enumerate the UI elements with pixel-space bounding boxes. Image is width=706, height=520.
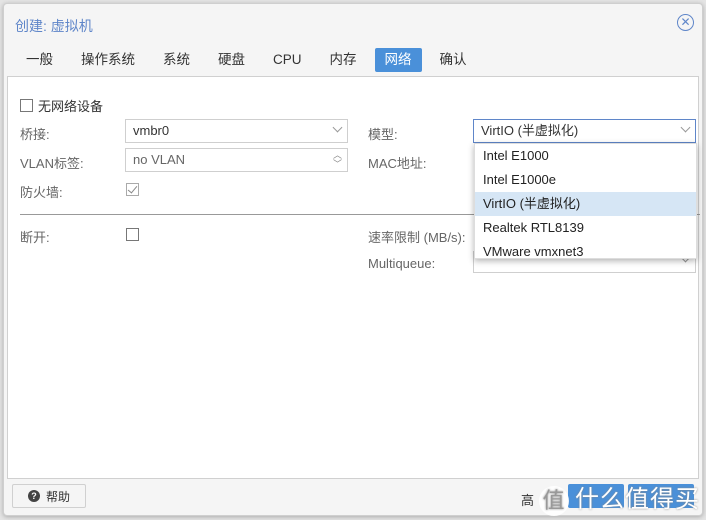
- tab-os[interactable]: 操作系统: [71, 48, 145, 72]
- bridge-label: 桥接:: [20, 127, 50, 142]
- model-select[interactable]: VirtIO (半虚拟化): [473, 119, 696, 143]
- dialog-title: 创建: 虚拟机: [15, 18, 93, 34]
- firewall-label: 防火墙:: [20, 185, 63, 200]
- firewall-checkbox[interactable]: [126, 183, 139, 196]
- disconnect-checkbox[interactable]: [126, 228, 139, 241]
- multiqueue-label: Multiqueue:: [368, 256, 436, 271]
- help-icon: ?: [27, 490, 40, 502]
- tab-confirm[interactable]: 确认: [430, 48, 477, 72]
- tab-cpu[interactable]: CPU: [263, 48, 312, 72]
- network-panel: 无网络设备 桥接: vmbr0 VLAN标签: no VLAN ︿ ﹀ 防火墙: …: [7, 76, 700, 479]
- no-network-checkbox[interactable]: [20, 99, 33, 112]
- watermark-text: 什么值得买: [575, 486, 700, 513]
- spinner-icon[interactable]: ︿ ﹀: [333, 151, 342, 169]
- disconnect-label: 断开:: [20, 230, 50, 245]
- chevron-down-icon: [332, 122, 343, 133]
- tab-disk[interactable]: 硬盘: [208, 48, 255, 72]
- watermark: 值什么值得买: [539, 479, 700, 516]
- advanced-label[interactable]: 高: [521, 490, 534, 509]
- create-vm-dialog: 创建: 虚拟机 ✕ 一般 操作系统 系统 硬盘 CPU 内存 网络 确认 无网络…: [3, 3, 703, 516]
- mac-label: MAC地址:: [368, 156, 427, 171]
- chevron-down-icon: [680, 122, 691, 133]
- close-icon[interactable]: ✕: [677, 14, 694, 31]
- model-option[interactable]: Intel E1000: [475, 144, 696, 168]
- model-option[interactable]: VMware vmxnet3: [475, 240, 696, 264]
- model-option[interactable]: Intel E1000e: [475, 168, 696, 192]
- vlan-value: no VLAN: [133, 152, 186, 167]
- model-dropdown-list: Intel E1000 Intel E1000e VirtIO (半虚拟化) R…: [474, 143, 697, 259]
- help-label: 帮助: [45, 489, 70, 504]
- tab-general[interactable]: 一般: [16, 48, 63, 72]
- bridge-select[interactable]: vmbr0: [125, 119, 348, 143]
- tab-system[interactable]: 系统: [153, 48, 200, 72]
- vlan-field[interactable]: no VLAN ︿ ﹀: [125, 148, 348, 172]
- watermark-logo-icon: 值: [539, 485, 569, 516]
- help-button[interactable]: ? 帮助: [12, 484, 86, 508]
- model-value: VirtIO (半虚拟化): [481, 123, 579, 138]
- tab-memory[interactable]: 内存: [320, 48, 367, 72]
- model-label: 模型:: [368, 127, 398, 142]
- tab-network[interactable]: 网络: [374, 48, 422, 72]
- model-option-selected[interactable]: VirtIO (半虚拟化): [475, 192, 696, 216]
- no-network-row: 无网络设备: [20, 96, 103, 115]
- no-network-label: 无网络设备: [38, 99, 104, 114]
- model-option[interactable]: Realtek RTL8139: [475, 216, 696, 240]
- vlan-label: VLAN标签:: [20, 156, 84, 171]
- wizard-tabs: 一般 操作系统 系统 硬盘 CPU 内存 网络 确认: [16, 48, 485, 72]
- bridge-value: vmbr0: [133, 123, 170, 138]
- rate-limit-label: 速率限制 (MB/s):: [368, 230, 466, 245]
